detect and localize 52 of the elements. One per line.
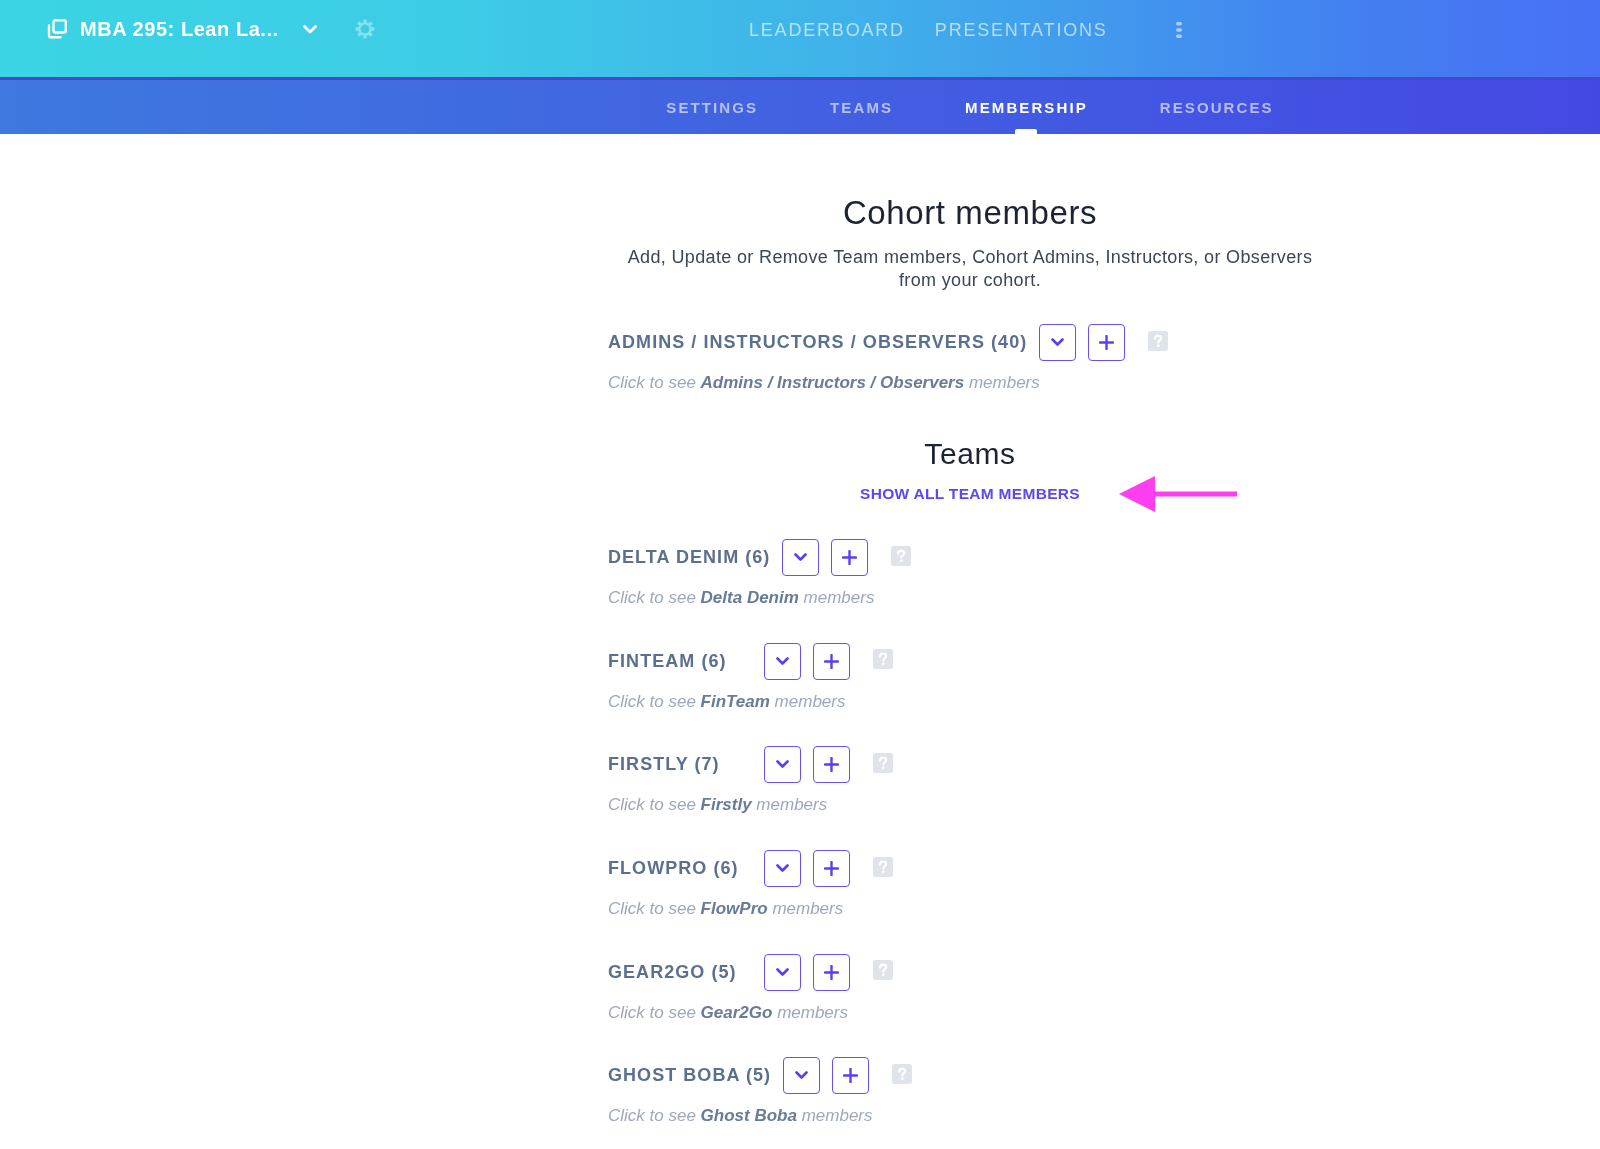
chevron-down-icon <box>776 760 789 770</box>
tab[interactable]: SETTINGS <box>666 80 759 134</box>
chevron-down-icon <box>776 656 789 666</box>
group-title: GHOST BOBA (5) <box>608 1065 772 1087</box>
plus-icon <box>824 757 839 773</box>
plus-icon <box>824 861 839 877</box>
add-member-button[interactable] <box>813 642 850 680</box>
plus-icon <box>1099 335 1115 350</box>
section-title: Cohort members <box>841 193 1099 233</box>
add-member-button[interactable] <box>813 953 850 991</box>
expand-button[interactable] <box>764 642 801 680</box>
section-description: Add, Update or Remove Team members, Cohort Admins, Instructors, or Observers from your cohort. <box>626 246 1314 292</box>
chevron-down-icon <box>776 864 789 874</box>
tab[interactable]: RESOURCES <box>1159 80 1274 134</box>
arrow-icon <box>1118 476 1237 512</box>
plus-icon <box>843 1068 859 1084</box>
add-member-button[interactable] <box>832 1057 870 1095</box>
show-all-link[interactable]: SHOW ALL TEAM MEMBERS <box>860 483 1080 505</box>
group-title: ADMINS / INSTRUCTORS / OBSERVERS (40) <box>608 332 1028 353</box>
plus-icon <box>824 653 839 669</box>
chevron-down-icon <box>1051 338 1065 347</box>
expand-button[interactable] <box>764 850 801 888</box>
group-title: GEAR2GO (5) <box>608 961 738 983</box>
chevron-down-icon <box>776 967 789 977</box>
plus-icon <box>842 550 858 565</box>
expand-button[interactable] <box>782 539 820 576</box>
members-hint[interactable]: Click to see Gear2Go members <box>608 1001 1332 1024</box>
expand-button[interactable] <box>783 1057 821 1095</box>
copy-icon <box>47 19 67 39</box>
group-title: FIRSTLY (7) <box>608 754 721 776</box>
plus-icon <box>824 964 839 980</box>
members-hint[interactable]: Click to see FinTeam members <box>608 690 1332 713</box>
add-member-button[interactable] <box>831 539 869 576</box>
group-title: FLOWPRO (6) <box>608 858 740 880</box>
add-member-button[interactable] <box>813 850 850 888</box>
expand-button[interactable] <box>764 746 801 784</box>
group-title: DELTA DENIM (6) <box>608 547 771 568</box>
chevron-down-icon <box>795 1071 809 1081</box>
section-title: Teams <box>923 436 1017 472</box>
members-hint[interactable]: Click to see Firstly members <box>608 794 1332 817</box>
members-hint[interactable]: Click to see Delta Denim members <box>608 587 1332 609</box>
tab[interactable]: TEAMS <box>830 80 894 134</box>
add-member-button[interactable] <box>813 746 850 784</box>
tab[interactable]: MEMBERSHIP <box>965 80 1088 134</box>
members-hint[interactable]: Click to see FlowPro members <box>608 898 1332 921</box>
group-title: FINTEAM (6) <box>608 650 728 672</box>
members-hint[interactable]: Click to see Admins / Instructors / Observers members <box>608 372 1332 394</box>
add-member-button[interactable] <box>1088 324 1126 361</box>
members-hint[interactable]: Click to see Ghost Boba members <box>608 1105 1332 1128</box>
expand-button[interactable] <box>764 953 801 991</box>
expand-button[interactable] <box>1039 324 1077 361</box>
chevron-down-icon <box>794 553 808 562</box>
